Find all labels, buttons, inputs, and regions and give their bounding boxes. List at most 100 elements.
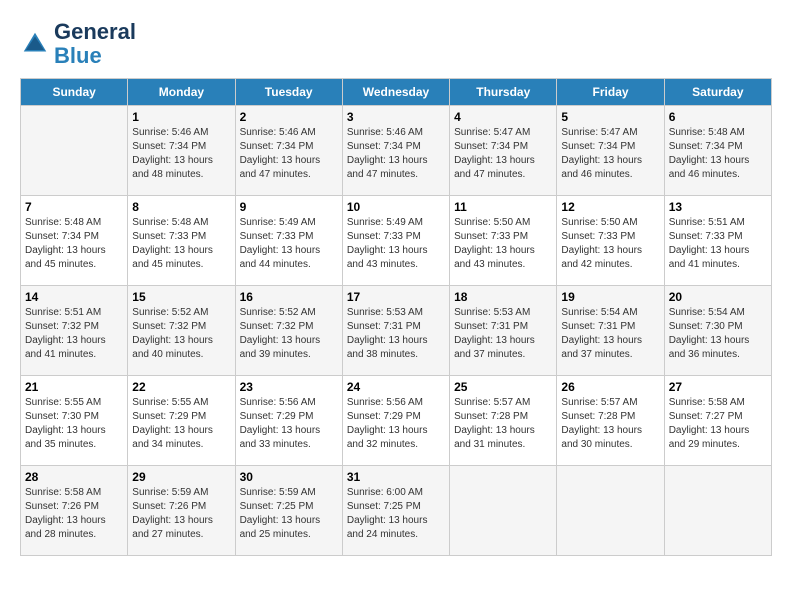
calendar-cell: 15 Sunrise: 5:52 AM Sunset: 7:32 PM Dayli…	[128, 286, 235, 376]
day-content: Sunrise: 5:46 AM Sunset: 7:34 PM Dayligh…	[240, 126, 338, 182]
calendar-cell: 5Sunrise: 5:47 AM Sunset: 7:34 PM Daylig…	[557, 106, 664, 196]
day-number: 14	[25, 290, 123, 304]
day-number: 27	[669, 380, 767, 394]
calendar-cell	[21, 106, 128, 196]
day-content: Sunrise: 5:49 AM Sunset: 7:33 PM Dayligh…	[347, 216, 445, 272]
day-content: Sunrise: 5:47 AM Sunset: 7:34 PM Dayligh…	[454, 126, 552, 182]
logo: GeneralBlue	[20, 20, 136, 68]
day-number: 26	[561, 380, 659, 394]
day-number: 30	[240, 470, 338, 484]
day-number: 6	[669, 110, 767, 124]
day-of-week-header: Tuesday	[235, 79, 342, 106]
day-number: 31	[347, 470, 445, 484]
calendar-cell: 16Sunrise: 5:52 AM Sunset: 7:32 PM Dayli…	[235, 286, 342, 376]
day-number: 28	[25, 470, 123, 484]
day-number: 24	[347, 380, 445, 394]
calendar-cell: 7 Sunrise: 5:48 AM Sunset: 7:34 PM Daylig…	[21, 196, 128, 286]
day-content: Sunrise: 5:56 AM Sunset: 7:29 PM Dayligh…	[347, 396, 445, 452]
day-of-week-header: Thursday	[450, 79, 557, 106]
day-number: 13	[669, 200, 767, 214]
calendar-table: SundayMondayTuesdayWednesdayThursdayFrid…	[20, 78, 772, 556]
day-number: 11	[454, 200, 552, 214]
day-number: 21	[25, 380, 123, 394]
day-content: Sunrise: 5:51 AM Sunset: 7:33 PM Dayligh…	[669, 216, 767, 272]
day-content: Sunrise: 5:47 AM Sunset: 7:34 PM Dayligh…	[561, 126, 659, 182]
day-number: 7	[25, 200, 123, 214]
day-content: Sunrise: 5:55 AM Sunset: 7:29 PM Dayligh…	[132, 396, 230, 452]
day-content: Sunrise: 5:48 AM Sunset: 7:33 PM Dayligh…	[132, 216, 230, 272]
day-number: 25	[454, 380, 552, 394]
day-content: Sunrise: 5:50 AM Sunset: 7:33 PM Dayligh…	[561, 216, 659, 272]
day-content: Sunrise: 5:54 AM Sunset: 7:30 PM Dayligh…	[669, 306, 767, 362]
day-content: Sunrise: 5:48 AM Sunset: 7:34 PM Dayligh…	[669, 126, 767, 182]
calendar-cell: 2 Sunrise: 5:46 AM Sunset: 7:34 PM Daylig…	[235, 106, 342, 196]
day-number: 20	[669, 290, 767, 304]
calendar-cell: 9 Sunrise: 5:49 AM Sunset: 7:33 PM Daylig…	[235, 196, 342, 286]
day-number: 1	[132, 110, 230, 124]
day-number: 4	[454, 110, 552, 124]
day-of-week-header: Monday	[128, 79, 235, 106]
calendar-cell: 14Sunrise: 5:51 AM Sunset: 7:32 PM Dayli…	[21, 286, 128, 376]
calendar-cell: 3 Sunrise: 5:46 AM Sunset: 7:34 PM Daylig…	[342, 106, 449, 196]
day-content: Sunrise: 5:46 AM Sunset: 7:34 PM Dayligh…	[132, 126, 230, 182]
day-of-week-header: Sunday	[21, 79, 128, 106]
day-content: Sunrise: 5:58 AM Sunset: 7:27 PM Dayligh…	[669, 396, 767, 452]
calendar-week-row: 28 Sunrise: 5:58 AM Sunset: 7:26 PM Dayli…	[21, 466, 772, 556]
calendar-cell: 31 Sunrise: 6:00 AM Sunset: 7:25 PM Dayli…	[342, 466, 449, 556]
calendar-week-row: 1 Sunrise: 5:46 AM Sunset: 7:34 PM Daylig…	[21, 106, 772, 196]
calendar-cell: 24 Sunrise: 5:56 AM Sunset: 7:29 PM Dayli…	[342, 376, 449, 466]
day-number: 18	[454, 290, 552, 304]
day-number: 2	[240, 110, 338, 124]
day-number: 19	[561, 290, 659, 304]
logo-icon	[20, 29, 50, 59]
calendar-cell: 23 Sunrise: 5:56 AM Sunset: 7:29 PM Dayli…	[235, 376, 342, 466]
day-content: Sunrise: 5:53 AM Sunset: 7:31 PM Dayligh…	[347, 306, 445, 362]
calendar-cell: 27 Sunrise: 5:58 AM Sunset: 7:27 PM Dayli…	[664, 376, 771, 466]
calendar-cell: 19 Sunrise: 5:54 AM Sunset: 7:31 PM Dayli…	[557, 286, 664, 376]
logo-text: GeneralBlue	[54, 20, 136, 68]
day-of-week-header: Wednesday	[342, 79, 449, 106]
day-content: Sunrise: 5:58 AM Sunset: 7:26 PM Dayligh…	[25, 486, 123, 542]
calendar-cell: 26Sunrise: 5:57 AM Sunset: 7:28 PM Dayli…	[557, 376, 664, 466]
day-number: 12	[561, 200, 659, 214]
day-of-week-header: Saturday	[664, 79, 771, 106]
calendar-cell: 29Sunrise: 5:59 AM Sunset: 7:26 PM Dayli…	[128, 466, 235, 556]
day-content: Sunrise: 5:49 AM Sunset: 7:33 PM Dayligh…	[240, 216, 338, 272]
calendar-cell: 4 Sunrise: 5:47 AM Sunset: 7:34 PM Daylig…	[450, 106, 557, 196]
day-content: Sunrise: 5:48 AM Sunset: 7:34 PM Dayligh…	[25, 216, 123, 272]
calendar-cell: 28 Sunrise: 5:58 AM Sunset: 7:26 PM Dayli…	[21, 466, 128, 556]
day-number: 9	[240, 200, 338, 214]
calendar-cell: 21Sunrise: 5:55 AM Sunset: 7:30 PM Dayli…	[21, 376, 128, 466]
calendar-cell: 20 Sunrise: 5:54 AM Sunset: 7:30 PM Dayli…	[664, 286, 771, 376]
calendar-cell: 10 Sunrise: 5:49 AM Sunset: 7:33 PM Dayli…	[342, 196, 449, 286]
page-header: GeneralBlue	[20, 20, 772, 68]
calendar-cell: 6 Sunrise: 5:48 AM Sunset: 7:34 PM Daylig…	[664, 106, 771, 196]
day-content: Sunrise: 5:52 AM Sunset: 7:32 PM Dayligh…	[240, 306, 338, 362]
day-content: Sunrise: 5:50 AM Sunset: 7:33 PM Dayligh…	[454, 216, 552, 272]
day-content: Sunrise: 5:54 AM Sunset: 7:31 PM Dayligh…	[561, 306, 659, 362]
day-number: 10	[347, 200, 445, 214]
calendar-body: 1 Sunrise: 5:46 AM Sunset: 7:34 PM Daylig…	[21, 106, 772, 556]
calendar-cell: 8 Sunrise: 5:48 AM Sunset: 7:33 PM Daylig…	[128, 196, 235, 286]
calendar-cell: 17 Sunrise: 5:53 AM Sunset: 7:31 PM Dayli…	[342, 286, 449, 376]
day-number: 3	[347, 110, 445, 124]
calendar-week-row: 7 Sunrise: 5:48 AM Sunset: 7:34 PM Daylig…	[21, 196, 772, 286]
day-number: 8	[132, 200, 230, 214]
day-content: Sunrise: 5:52 AM Sunset: 7:32 PM Dayligh…	[132, 306, 230, 362]
day-content: Sunrise: 5:56 AM Sunset: 7:29 PM Dayligh…	[240, 396, 338, 452]
calendar-cell: 12 Sunrise: 5:50 AM Sunset: 7:33 PM Dayli…	[557, 196, 664, 286]
calendar-cell: 13 Sunrise: 5:51 AM Sunset: 7:33 PM Dayli…	[664, 196, 771, 286]
day-number: 17	[347, 290, 445, 304]
day-number: 15	[132, 290, 230, 304]
calendar-cell	[664, 466, 771, 556]
day-content: Sunrise: 6:00 AM Sunset: 7:25 PM Dayligh…	[347, 486, 445, 542]
day-content: Sunrise: 5:57 AM Sunset: 7:28 PM Dayligh…	[454, 396, 552, 452]
calendar-cell: 18Sunrise: 5:53 AM Sunset: 7:31 PM Dayli…	[450, 286, 557, 376]
day-number: 22	[132, 380, 230, 394]
day-number: 23	[240, 380, 338, 394]
day-content: Sunrise: 5:46 AM Sunset: 7:34 PM Dayligh…	[347, 126, 445, 182]
day-content: Sunrise: 5:59 AM Sunset: 7:26 PM Dayligh…	[132, 486, 230, 542]
calendar-cell: 22 Sunrise: 5:55 AM Sunset: 7:29 PM Dayli…	[128, 376, 235, 466]
calendar-week-row: 14Sunrise: 5:51 AM Sunset: 7:32 PM Dayli…	[21, 286, 772, 376]
calendar-header-row: SundayMondayTuesdayWednesdayThursdayFrid…	[21, 79, 772, 106]
